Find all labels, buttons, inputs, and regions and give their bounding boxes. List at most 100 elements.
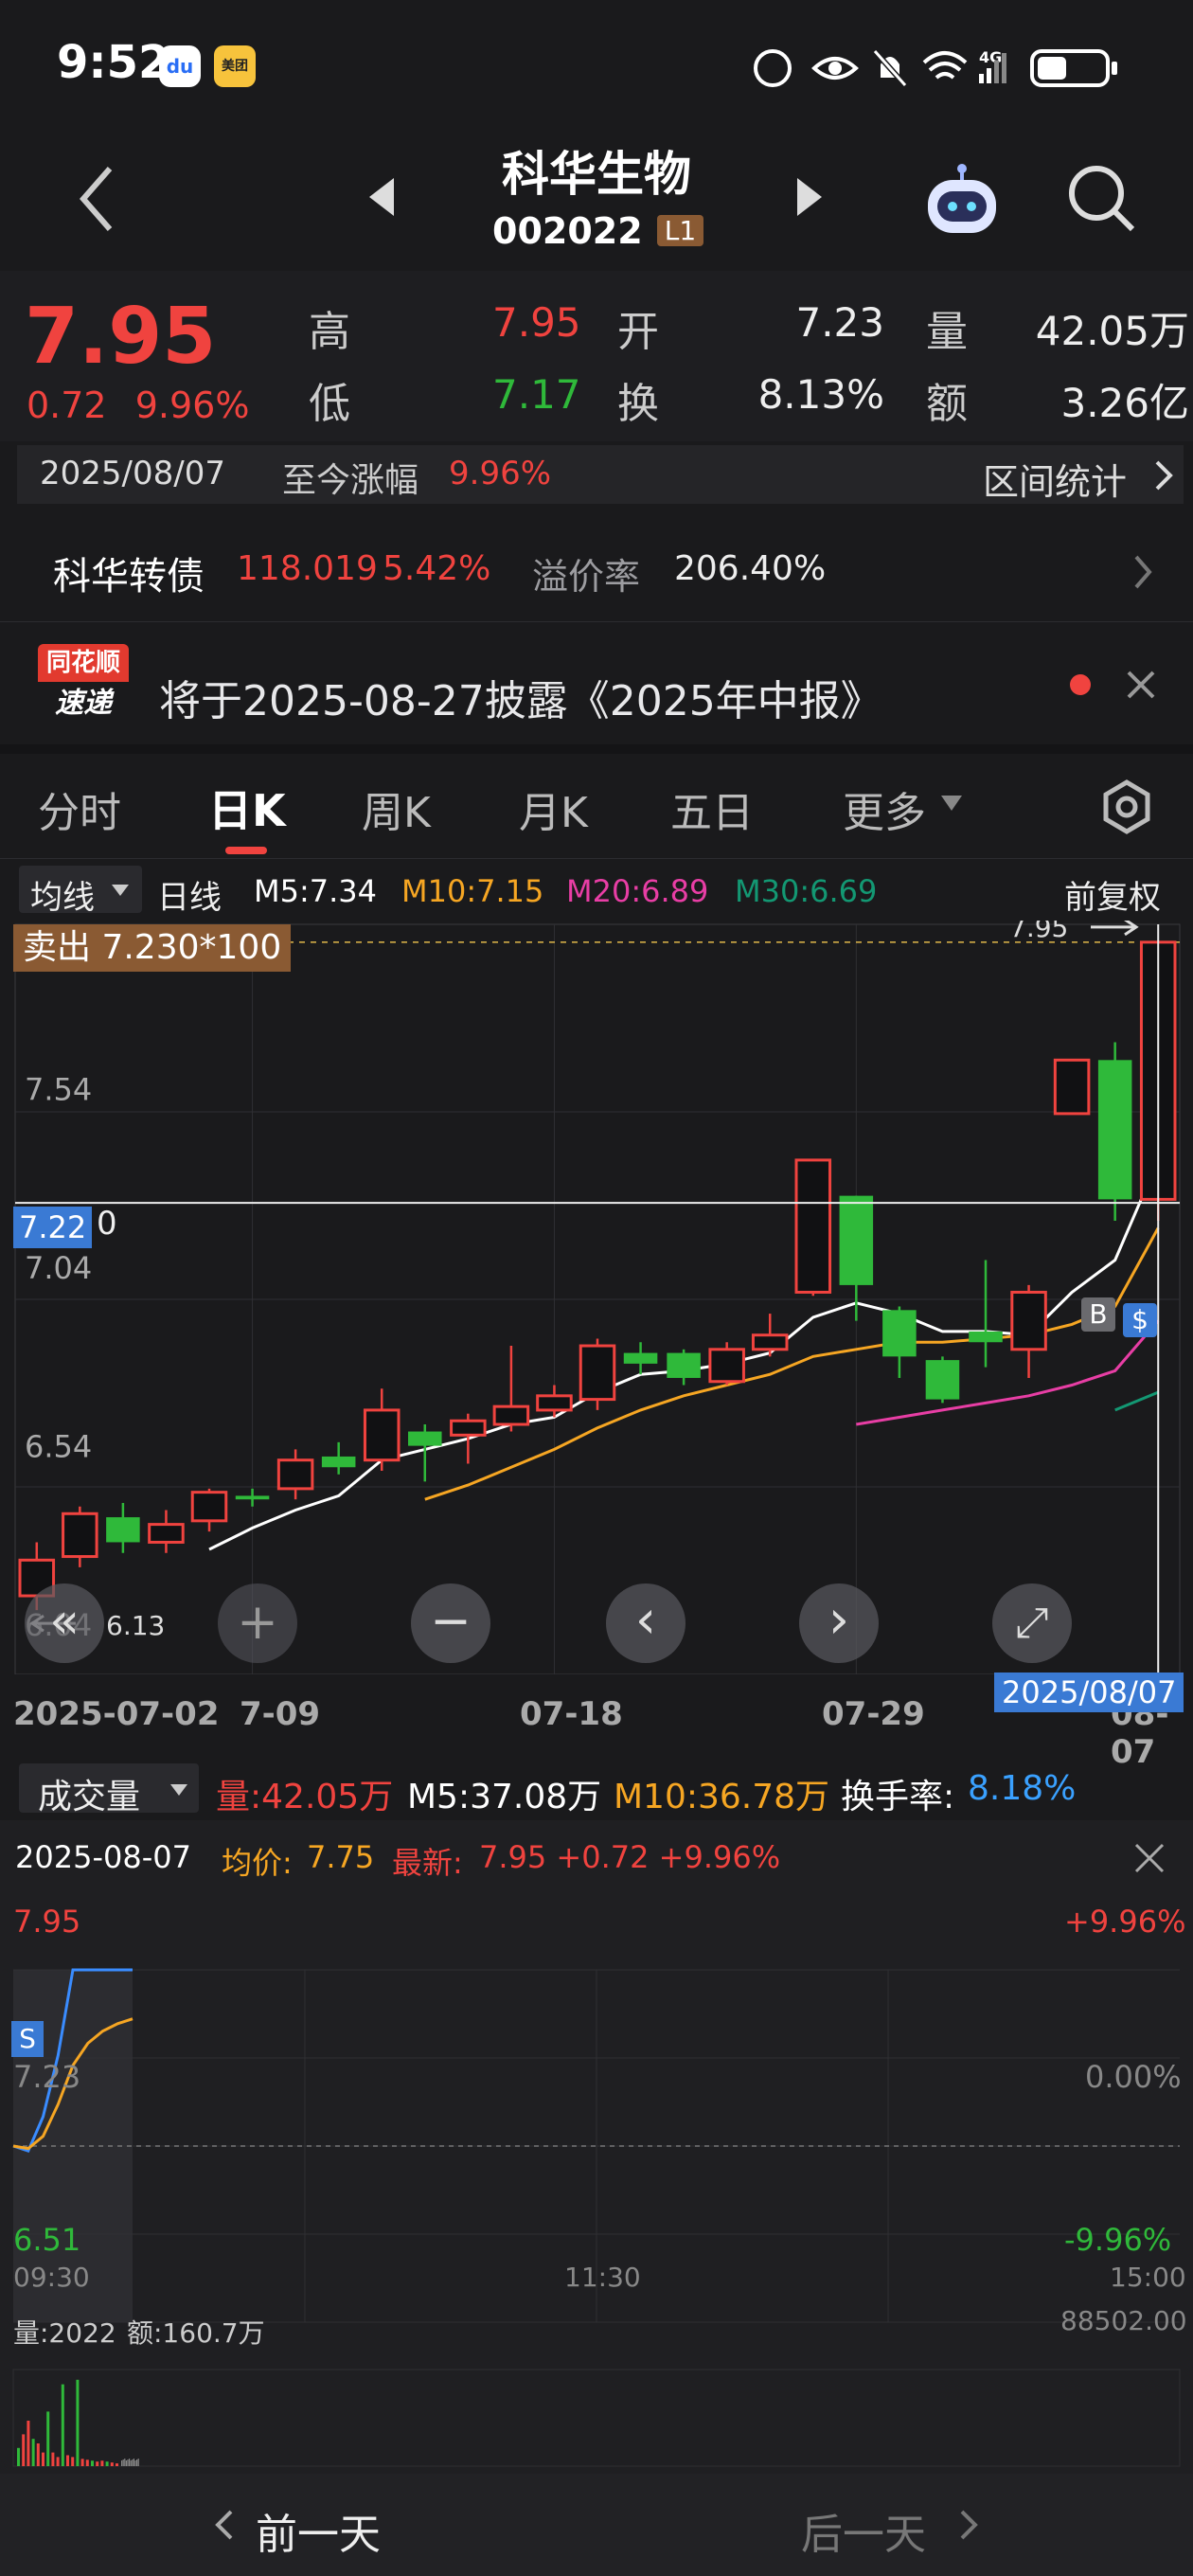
zoom-in-button[interactable]: +	[218, 1583, 297, 1663]
prev-stock-icon[interactable]	[365, 176, 398, 218]
chevron-right-icon	[1134, 555, 1152, 589]
volume-frame	[12, 2369, 1181, 2467]
jump-start-button[interactable]: «	[25, 1583, 104, 1663]
turnover-rate-value: 8.18%	[968, 1769, 1077, 1808]
candle-body	[751, 1333, 789, 1351]
volume-bar	[124, 2459, 126, 2466]
x-tick-label: 07-29	[822, 1695, 925, 1733]
current-price: 7.95	[25, 292, 217, 382]
ma-line-m30	[1114, 1390, 1159, 1412]
adjust-mode[interactable]: 前复权	[1064, 871, 1161, 918]
next-day-button[interactable]: 后一天	[801, 2496, 1009, 2559]
volume-bar	[105, 2461, 109, 2466]
scroll-left-button[interactable]: ‹	[606, 1583, 686, 1663]
price-change: 0.72 9.96%	[27, 385, 249, 426]
status-icons: 4G	[754, 48, 1117, 87]
intraday-bot-price: 6.51	[13, 2222, 81, 2258]
ma-selector-label: 均线	[30, 879, 95, 917]
meituan-icon: 美团	[214, 45, 256, 87]
range-row[interactable]: 2025/08/07 至今涨幅 9.96% 区间统计	[17, 445, 1184, 504]
tab-monthly-k[interactable]: 月K	[519, 778, 588, 839]
sell-tag: 卖出 7.230*100	[13, 924, 292, 972]
indicator-selector[interactable]: 成交量	[19, 1763, 199, 1816]
search-icon[interactable]	[1066, 163, 1136, 233]
candle-body	[1010, 1290, 1047, 1351]
ma5-value: M5:7.34	[254, 873, 377, 909]
marker-sell[interactable]: $	[1123, 1303, 1157, 1337]
volume-bar	[27, 2421, 30, 2466]
x-tick-label: 2025-07-02	[13, 1695, 220, 1733]
close-icon[interactable]	[1132, 1841, 1166, 1875]
scroll-right-button[interactable]: ›	[799, 1583, 879, 1663]
tab-more[interactable]: 更多	[843, 778, 926, 839]
back-arrow-icon[interactable]	[74, 161, 121, 237]
caret-down-icon	[170, 1784, 187, 1796]
low-label: 低	[309, 380, 350, 428]
volume-bar	[46, 2411, 50, 2466]
ma-selector[interactable]: 均线	[19, 866, 142, 917]
tab-five-day[interactable]: 五日	[670, 778, 754, 839]
intraday-chart[interactable]	[0, 1896, 1193, 2474]
fullscreen-button[interactable]: ⤢	[992, 1583, 1072, 1663]
chevron-right-icon	[960, 2510, 978, 2540]
intraday-top-price: 7.95	[13, 1904, 81, 1940]
bond-pct: 5.42%	[383, 549, 491, 588]
candle-body	[235, 1495, 270, 1500]
tab-intraday[interactable]: 分时	[38, 778, 121, 839]
logo-bottom-text: 速递	[55, 687, 112, 720]
candle-body	[969, 1331, 1003, 1343]
close-icon[interactable]	[1125, 669, 1157, 701]
tab-daily-k[interactable]: 日K	[208, 777, 286, 839]
time-open: 09:30	[13, 2262, 90, 2293]
intraday-popup: 2025-08-07 均价: 7.75 最新: 7.95 +0.72 +9.96…	[0, 1820, 1193, 2474]
wifi-icon	[922, 51, 968, 80]
candle-body	[667, 1352, 701, 1378]
next-day-label: 后一天	[801, 2511, 926, 2559]
chart-nav-buttons: « + − ‹ › ⤢	[0, 1583, 1193, 1669]
volume-bar	[132, 2460, 134, 2466]
next-stock-icon[interactable]	[793, 176, 826, 218]
volume-bar	[129, 2459, 131, 2466]
period-tabs: 分时 日K 周K 月K 五日 更多	[0, 758, 1193, 854]
candle-body	[321, 1456, 356, 1468]
baidu-icon: du	[159, 45, 201, 87]
volume-m5: M5:37.08万	[407, 1778, 602, 1816]
avg-price-label: 均价:	[222, 1845, 293, 1881]
x-tick-label: 7-09	[240, 1695, 321, 1733]
volume-bar	[56, 2457, 60, 2466]
prev-day-button[interactable]: 前一天	[208, 2496, 417, 2559]
zoom-out-button[interactable]: −	[411, 1583, 490, 1663]
candle-body	[408, 1431, 442, 1446]
x-tick-label: 07-18	[520, 1695, 623, 1733]
range-stats-link[interactable]: 区间统计	[983, 453, 1127, 505]
volume-bar	[91, 2460, 94, 2466]
notice-row[interactable]: 同花顺 速递 将于2025-08-27披露《2025年中报》	[0, 633, 1193, 742]
volume-bar	[130, 2460, 132, 2466]
cursor-price-badge: 7.22	[13, 1207, 93, 1248]
settings-icon[interactable]	[1098, 778, 1155, 835]
intraday-bot-pct: -9.96%	[1064, 2222, 1172, 2258]
ma-line-m10	[424, 1226, 1160, 1501]
kline-svg[interactable]: 7.547.046.546.047.956.13	[0, 921, 1193, 1678]
marker-buy[interactable]: B	[1081, 1297, 1115, 1332]
intraday-date: 2025-08-07	[15, 1839, 191, 1875]
volume-bar	[116, 2463, 118, 2466]
volume-bar	[134, 2460, 136, 2466]
period-label: 日线	[157, 879, 222, 917]
candle-body	[536, 1394, 573, 1412]
candle-body	[925, 1360, 960, 1400]
kline-chart[interactable]: 7.547.046.546.047.956.13 卖出 7.230*100 7.…	[0, 921, 1193, 1712]
candle-body	[1097, 1060, 1132, 1200]
stock-code: 002022	[492, 210, 643, 252]
candle-body	[106, 1517, 140, 1543]
volume-bar	[80, 2459, 84, 2466]
bond-name: 科华转债	[53, 555, 205, 599]
volume-today: 量:42.05万	[216, 1778, 394, 1816]
quote-panel: 7.95 0.72 9.96% 高 7.95 开 7.23 量 42.05万 低…	[0, 271, 1193, 441]
volume-bar	[96, 2461, 99, 2466]
volume-bar	[121, 2460, 123, 2466]
convertible-bond-row[interactable]: 科华转债 118.019 5.42% 溢价率 206.40%	[0, 530, 1193, 612]
robot-assistant-icon[interactable]	[922, 161, 1002, 241]
tab-weekly-k[interactable]: 周K	[362, 778, 431, 839]
low-value: 7.17	[492, 371, 581, 418]
